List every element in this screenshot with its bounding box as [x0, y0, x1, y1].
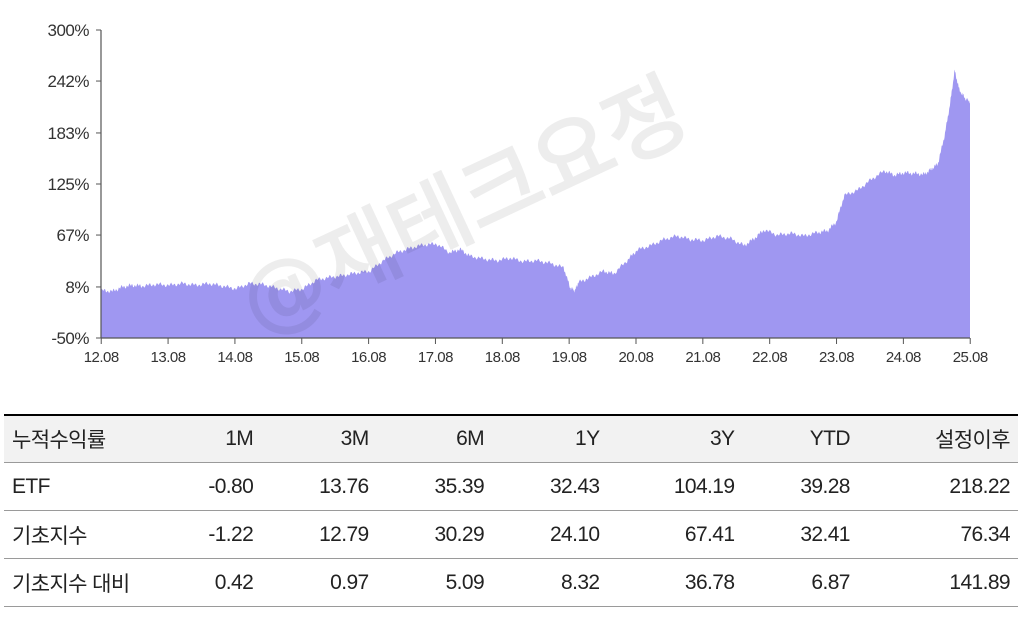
x-tick-label: 12.08 — [84, 349, 119, 366]
table-cell: 0.42 — [154, 558, 262, 607]
table-cell: 8.32 — [492, 558, 608, 607]
y-tick-label: -50% — [51, 329, 89, 348]
column-header: 6M — [376, 414, 493, 463]
table-cell: 30.29 — [376, 510, 493, 559]
column-header: 1Y — [492, 414, 608, 463]
performance-chart: 300% 242% 183% 125% 67% 8% -50% 12.08 13.08 14.0… — [48, 21, 989, 366]
y-tick-label: 125% — [48, 175, 90, 194]
table-cell: 6.87 — [742, 558, 858, 607]
table-cell: 32.43 — [492, 462, 608, 511]
x-tick-label: 20.08 — [618, 349, 653, 366]
x-tick-label: 15.08 — [284, 349, 319, 366]
x-tick-labels: 12.08 13.08 14.08 15.08 16.08 17.08 18.08 19.08… — [84, 349, 989, 366]
column-header: 설정이후 — [857, 414, 1018, 463]
column-header: 3M — [261, 414, 377, 463]
table-cell: 141.89 — [857, 558, 1018, 607]
table-cell: 35.39 — [376, 462, 493, 511]
column-header: 3Y — [607, 414, 743, 463]
column-header: YTD — [742, 414, 858, 463]
y-tick-label: 8% — [65, 278, 89, 297]
table-row: ETF -0.80 13.76 35.39 32.43 104.19 39.28… — [4, 462, 1018, 511]
row-label: 기초지수 — [4, 510, 154, 559]
x-tick-label: 18.08 — [485, 349, 520, 366]
row-label: ETF — [4, 462, 154, 511]
y-tick-labels: 300% 242% 183% 125% 67% 8% -50% — [48, 21, 90, 348]
y-tick-label: 300% — [48, 21, 90, 40]
x-tick-label: 24.08 — [886, 349, 921, 366]
x-tick-label: 16.08 — [351, 349, 386, 366]
y-tick-label: 67% — [56, 226, 89, 245]
x-tick-label: 14.08 — [217, 349, 252, 366]
table-header-row: 누적수익률 1M 3M 6M 1Y 3Y YTD 설정이후 — [4, 414, 1018, 463]
table-cell: -1.22 — [154, 510, 262, 559]
column-header: 1M — [154, 414, 262, 463]
table-cell: -0.80 — [154, 462, 262, 511]
table-cell: 13.76 — [261, 462, 377, 511]
table-cell: 32.41 — [742, 510, 858, 559]
column-header: 누적수익률 — [4, 414, 154, 463]
x-tick-label: 19.08 — [552, 349, 587, 366]
row-label: 기초지수 대비 — [4, 558, 154, 607]
x-tick-label: 22.08 — [752, 349, 787, 366]
table-cell: 36.78 — [607, 558, 743, 607]
table-cell: 39.28 — [742, 462, 858, 511]
table-cell: 104.19 — [607, 462, 743, 511]
x-tick-label: 17.08 — [418, 349, 453, 366]
table-cell: 24.10 — [492, 510, 608, 559]
x-tick-label: 13.08 — [151, 349, 186, 366]
area-layer — [101, 69, 970, 338]
x-tick-label: 25.08 — [953, 349, 988, 366]
table-row: 기초지수 -1.22 12.79 30.29 24.10 67.41 32.41… — [4, 510, 1018, 559]
table-cell: 0.97 — [261, 558, 377, 607]
table-cell: 67.41 — [607, 510, 743, 559]
series-area — [101, 69, 970, 338]
x-tick-label: 21.08 — [685, 349, 720, 366]
y-tick-label: 242% — [48, 72, 90, 91]
y-tick-label: 183% — [48, 124, 90, 143]
table-cell: 5.09 — [376, 558, 493, 607]
table-cell: 218.22 — [857, 462, 1018, 511]
table-row: 기초지수 대비 0.42 0.97 5.09 8.32 36.78 6.87 1… — [4, 558, 1018, 607]
table-cell: 12.79 — [261, 510, 377, 559]
x-tick-label: 23.08 — [819, 349, 854, 366]
table-cell: 76.34 — [857, 510, 1018, 559]
return-table: 누적수익률 1M 3M 6M 1Y 3Y YTD 설정이후 ETF -0.80 … — [4, 414, 1018, 607]
